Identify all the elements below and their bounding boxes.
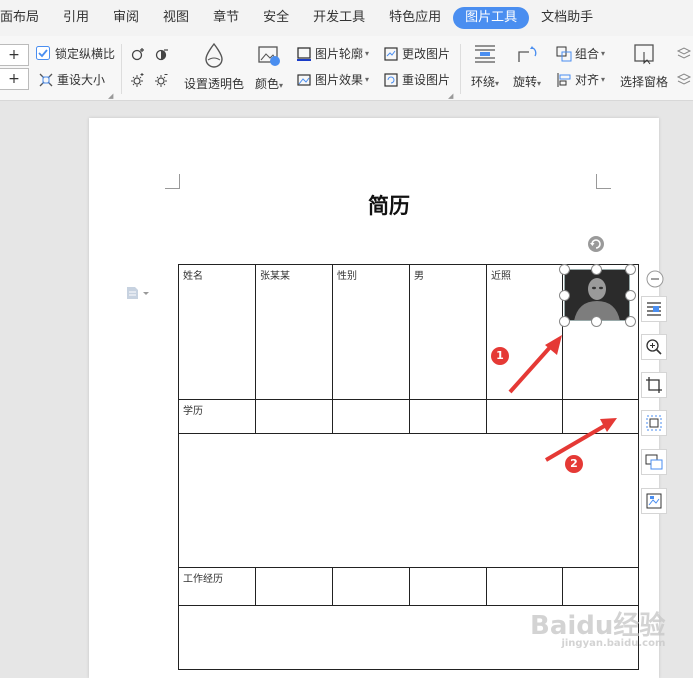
annotation-marker: 1: [491, 347, 509, 365]
annotation-marker: 2: [565, 455, 583, 473]
annotation-arrows: [508, 335, 617, 462]
watermark-text: Baidu经验: [530, 611, 666, 641]
watermark-logo: Baidu经验 jingyan.baidu.com: [530, 605, 665, 649]
